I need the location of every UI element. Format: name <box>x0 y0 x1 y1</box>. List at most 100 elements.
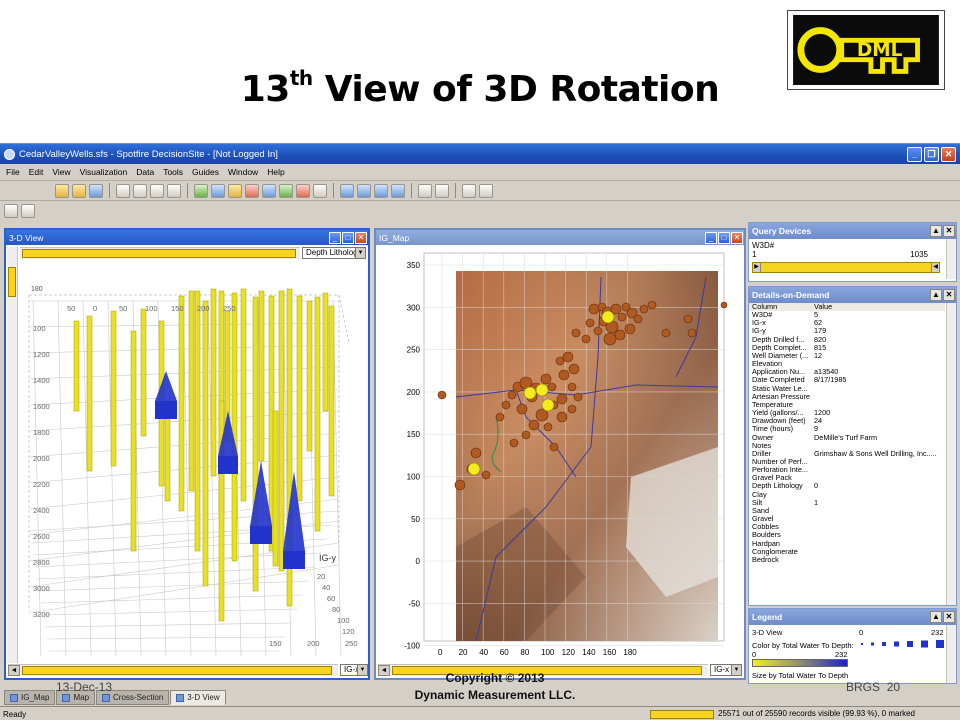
3d-view-bottom-slider[interactable]: ◄ <box>8 664 338 676</box>
window-restore-button[interactable]: ❐ <box>924 146 939 162</box>
3d-scatter-plot[interactable]: IG-y 180 50 0 50 100 150 200 250 100 1200 1400 160… <box>19 261 367 664</box>
table-row[interactable]: Artesian Pressure <box>749 393 945 401</box>
table-row[interactable]: Hardpan <box>749 540 945 548</box>
table-row[interactable]: IG-y 179 <box>749 327 945 335</box>
table-row[interactable]: Silt 1 <box>749 499 945 507</box>
table-row[interactable]: Bedrock <box>749 556 945 564</box>
ig-map-minimize-button[interactable]: _ <box>705 231 717 244</box>
properties-icon[interactable] <box>418 183 432 198</box>
legend-close-button[interactable]: ✕ <box>943 611 955 623</box>
menu-edit[interactable]: Edit <box>29 167 44 177</box>
3d-view-left-slider[interactable] <box>7 247 18 663</box>
table-row[interactable]: Clay <box>749 491 945 499</box>
scatter-plot-icon[interactable] <box>194 183 208 198</box>
3d-view-top-slider[interactable] <box>20 247 300 259</box>
slider-right-handle[interactable]: ◀ <box>931 263 939 272</box>
w3d-range-slider[interactable]: ▶ ◀ <box>752 262 940 273</box>
menu-file[interactable]: File <box>6 167 20 177</box>
save-icon[interactable] <box>89 183 103 198</box>
3d-view-top-slider-thumb[interactable] <box>22 249 296 258</box>
table-row[interactable]: Temperature <box>749 401 945 409</box>
window-close-button[interactable]: ✕ <box>941 146 956 162</box>
menu-guides[interactable]: Guides <box>192 167 219 177</box>
3d-view-close-button[interactable]: ✕ <box>355 231 367 244</box>
table-row[interactable]: Drawdown (feet) 24 <box>749 417 945 425</box>
layout-4-icon[interactable] <box>391 183 405 198</box>
details-collapse-button[interactable]: ▲ <box>930 289 942 301</box>
zoom-icon[interactable] <box>479 183 493 198</box>
bar-chart-icon[interactable] <box>228 183 242 198</box>
table-row[interactable]: Perforation Inte... <box>749 466 945 474</box>
open-icon[interactable] <box>72 183 86 198</box>
table-row[interactable]: Elevation <box>749 360 945 368</box>
undo-icon[interactable] <box>167 183 181 198</box>
table-row[interactable]: Boulders <box>749 531 945 539</box>
ig-map-maximize-button[interactable]: □ <box>718 231 730 244</box>
table-row[interactable]: Number of Perf... <box>749 458 945 466</box>
table-row[interactable]: Depth Complet... 815 <box>749 344 945 352</box>
layout-3-icon[interactable] <box>374 183 388 198</box>
slider-left-handle[interactable]: ▶ <box>753 263 761 272</box>
layout-2-icon[interactable] <box>357 183 371 198</box>
menu-help[interactable]: Help <box>267 167 284 177</box>
3d-view-left-slider-thumb[interactable] <box>8 267 16 297</box>
profile-chart-icon[interactable] <box>279 183 293 198</box>
menu-tools[interactable]: Tools <box>163 167 183 177</box>
query-devices-scrollbar[interactable] <box>946 239 956 279</box>
table-row[interactable]: Well Diameter (... 12 <box>749 352 945 360</box>
paste-icon[interactable] <box>150 183 164 198</box>
query-devices-collapse-button[interactable]: ▲ <box>930 225 942 237</box>
copy-icon[interactable] <box>133 183 147 198</box>
table-row[interactable]: Notes <box>749 442 945 450</box>
table-row[interactable]: Gravel Pack <box>749 474 945 482</box>
menu-window[interactable]: Window <box>228 167 258 177</box>
table-row[interactable]: Driller Grimshaw & Sons Well Drilling, In… <box>749 450 945 458</box>
table-row[interactable]: IG-x 62 <box>749 319 945 327</box>
table-row[interactable]: Time (hours) 9 <box>749 425 945 433</box>
tab-ig-map[interactable]: IG_Map <box>4 690 56 705</box>
table-cell: 8/17/1985 <box>814 376 847 385</box>
table-row[interactable]: Owner DeMille's Turf Farm <box>749 434 945 442</box>
scroll-left-icon[interactable]: ◄ <box>8 665 20 676</box>
list-icon[interactable] <box>435 183 449 198</box>
guide-icon[interactable] <box>4 204 18 218</box>
3d-view-bottom-slider-thumb[interactable] <box>22 666 332 675</box>
3d-scatter-icon[interactable] <box>211 183 225 198</box>
3d-view-maximize-button[interactable]: □ <box>342 231 354 244</box>
ig-map-x-axis-dropdown[interactable]: IG-x ▼ <box>710 664 742 676</box>
table-row[interactable]: Static Water Le... <box>749 385 945 393</box>
table-row[interactable]: Application Nu... a13540 <box>749 368 945 376</box>
layout-1-icon[interactable] <box>340 183 354 198</box>
table-row[interactable]: Depth Lithology 0 <box>749 482 945 490</box>
details-scrollbar[interactable] <box>946 303 956 605</box>
table-row[interactable]: Yield (gallons/... 1200 <box>749 409 945 417</box>
ig-map-close-button[interactable]: ✕ <box>731 231 743 244</box>
details-close-button[interactable]: ✕ <box>943 289 955 301</box>
print-icon[interactable] <box>116 183 130 198</box>
table-icon[interactable] <box>313 183 327 198</box>
home-icon[interactable] <box>21 204 35 218</box>
legend-collapse-button[interactable]: ▲ <box>930 611 942 623</box>
table-row[interactable]: Conglomerate <box>749 548 945 556</box>
table-row[interactable]: Date Completed 8/17/1985 <box>749 376 945 384</box>
table-row[interactable]: Cobbles <box>749 523 945 531</box>
table-row[interactable]: W3D# 5 <box>749 311 945 319</box>
menu-visualization[interactable]: Visualization <box>80 167 128 177</box>
query-devices-close-button[interactable]: ✕ <box>943 225 955 237</box>
legend-scrollbar[interactable] <box>946 625 956 683</box>
menu-view[interactable]: View <box>52 167 70 177</box>
table-row[interactable]: Sand <box>749 507 945 515</box>
export-icon[interactable] <box>462 183 476 198</box>
table-row[interactable]: Gravel <box>749 515 945 523</box>
depth-lithology-dropdown[interactable]: Depth Lithology ▼ <box>302 247 366 259</box>
3d-view-minimize-button[interactable]: _ <box>329 231 341 244</box>
pie-chart-icon[interactable] <box>245 183 259 198</box>
ig-map-scatter-plot[interactable]: 0 20 40 60 80 100 120 140 160 180 350 300 250 200 150 1… <box>376 247 744 663</box>
heat-map-icon[interactable] <box>296 183 310 198</box>
tab-3d-view[interactable]: 3-D View <box>170 690 226 705</box>
window-minimize-button[interactable]: _ <box>907 146 922 162</box>
line-chart-icon[interactable] <box>262 183 276 198</box>
menu-data[interactable]: Data <box>136 167 154 177</box>
open-folder-icon[interactable] <box>55 183 69 198</box>
table-row[interactable]: Depth Drilled f... 820 <box>749 336 945 344</box>
